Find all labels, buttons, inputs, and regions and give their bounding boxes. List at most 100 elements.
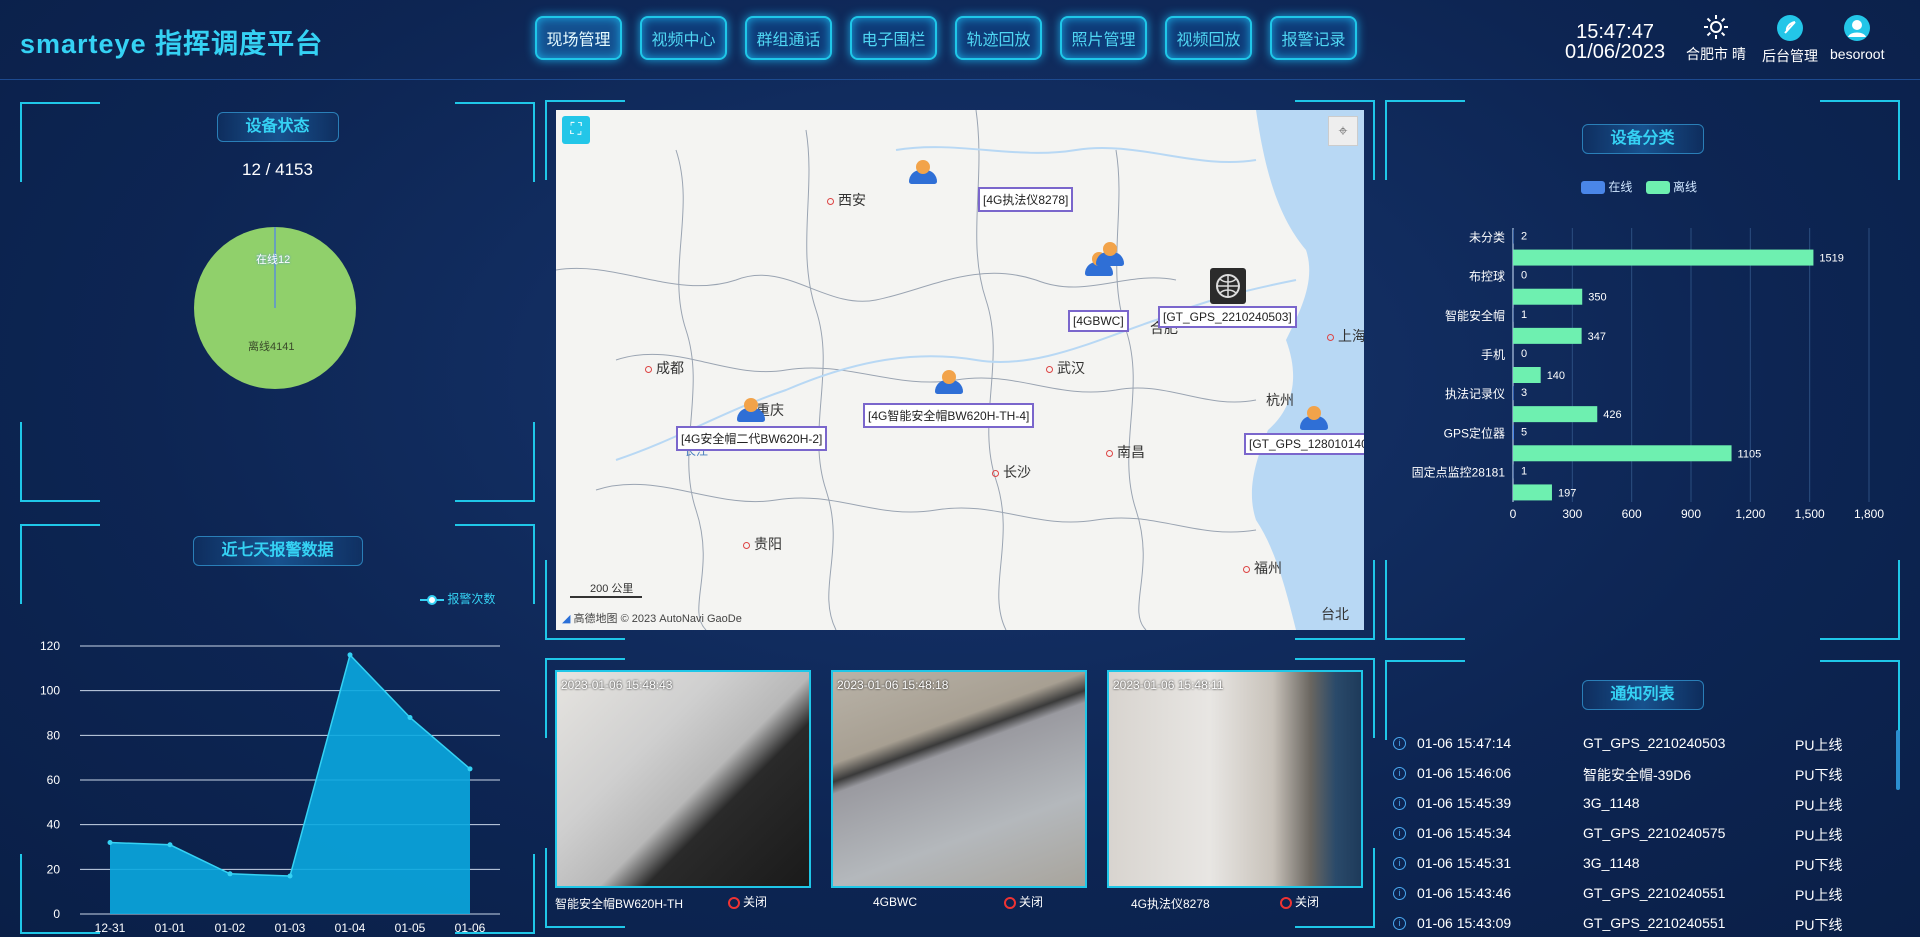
device-label[interactable]: [GT_GPS_2210240503]	[1158, 306, 1297, 328]
weather-text: 合肥市 晴	[1686, 46, 1746, 62]
y-tick-label: 0	[53, 907, 60, 921]
y-tick-label: 60	[47, 773, 61, 787]
nav-alarm-records[interactable]: 报警记录	[1270, 16, 1357, 60]
notice-status: PU下线	[1795, 857, 1843, 873]
user-menu[interactable]: besoroot	[1830, 14, 1884, 62]
notice-row[interactable]: i 01-06 15:43:09 GT_GPS_2210240551 PU下线	[1393, 915, 1873, 937]
device-label[interactable]: [4GBWC]	[1068, 310, 1129, 332]
device-count: 12 / 4153	[242, 160, 313, 179]
frame-corner	[20, 524, 100, 604]
device-marker-icon[interactable]	[733, 396, 769, 424]
alarm-point	[467, 766, 473, 772]
video-close-button[interactable]: 关闭	[1280, 893, 1319, 910]
video-close-button[interactable]: 关闭	[1004, 893, 1043, 910]
nav-track-playback[interactable]: 轨迹回放	[955, 16, 1042, 60]
video-caption: 4G执法仪8278	[1131, 897, 1210, 911]
username: besoroot	[1830, 46, 1885, 62]
locate-button[interactable]: ⌖	[1328, 116, 1358, 146]
notice-time: 01-06 15:43:09	[1417, 915, 1512, 931]
x-tick-label: 1,200	[1735, 507, 1765, 521]
x-tick-label: 01-05	[395, 921, 426, 934]
video-feed-3[interactable]: 2023-01-06 15:48:11	[1107, 670, 1363, 888]
notice-row[interactable]: i 01-06 15:43:46 GT_GPS_2210240551 PU上线	[1393, 885, 1873, 915]
pie-label-online: 在线12	[256, 254, 291, 266]
device-marker-icon[interactable]	[1296, 404, 1332, 432]
device-status-panel: 设备状态 12 / 4153 在线12 离线4141	[20, 102, 535, 502]
category-label: 智能安全帽	[1445, 308, 1505, 323]
city-label: 长沙	[1003, 464, 1031, 480]
nav-group-call[interactable]: 群组通话	[745, 16, 832, 60]
info-icon: i	[1393, 827, 1406, 840]
alarm-chart-title: 近七天报警数据	[192, 536, 363, 566]
y-tick-label: 120	[40, 639, 60, 653]
notice-device: GT_GPS_2210240503	[1583, 735, 1726, 751]
admin-icon	[1777, 15, 1803, 41]
city-guiyang: 贵阳	[743, 534, 782, 554]
fullscreen-button[interactable]: ⛶	[562, 116, 590, 144]
y-tick-label: 80	[47, 728, 61, 742]
city-marker-icon	[743, 541, 750, 549]
nav-site-management[interactable]: 现场管理	[535, 16, 622, 60]
bar-online-value: 0	[1521, 348, 1527, 360]
notice-row[interactable]: i 01-06 15:46:06 智能安全帽-39D6 PU下线	[1393, 765, 1873, 795]
city-marker-icon	[992, 469, 999, 477]
city-xian: 西安	[827, 190, 866, 210]
notice-time: 01-06 15:43:46	[1417, 885, 1512, 901]
city-label: 上海	[1338, 328, 1364, 344]
legend-offline-swatch	[1645, 181, 1670, 195]
x-tick-label: 01-03	[275, 921, 306, 934]
category-label: 执法记录仪	[1445, 387, 1505, 401]
video-feed-2[interactable]: 2023-01-06 15:48:18	[831, 670, 1087, 888]
device-label[interactable]: [4G执法仪8278]	[978, 187, 1074, 212]
info-icon: i	[1393, 857, 1406, 870]
y-tick-label: 40	[47, 818, 61, 832]
bar-offline	[1513, 367, 1541, 383]
notice-device: 智能安全帽-39D6	[1583, 767, 1692, 783]
close-label: 关闭	[1019, 895, 1044, 909]
notice-row[interactable]: i 01-06 15:45:39 3G_1148 PU上线	[1393, 795, 1873, 825]
video-feed-1[interactable]: 2023-01-06 15:48:43	[555, 670, 811, 888]
bar-offline-value: 197	[1558, 487, 1576, 499]
admin-link[interactable]: 后台管理	[1762, 14, 1818, 66]
category-label: 布控球	[1469, 270, 1505, 284]
city-label: 成都	[656, 360, 684, 376]
bar-online	[1513, 386, 1514, 401]
video-close-button[interactable]: 关闭	[728, 893, 767, 910]
info-icon: i	[1393, 797, 1406, 810]
bar-offline-value: 426	[1603, 409, 1621, 421]
device-label[interactable]: [4G智能安全帽BW620H-TH-4]	[863, 403, 1035, 428]
notice-time: 01-06 15:45:39	[1417, 795, 1512, 811]
map-view[interactable]: ⛶ ⌖ 西安 成都 重庆 武汉 合肥 上海 杭州 南昌 长沙 贵阳 福州 台北 …	[556, 110, 1364, 630]
nav-video-center[interactable]: 视频中心	[640, 16, 727, 60]
notice-row[interactable]: i 01-06 15:45:34 GT_GPS_2210240575 PU上线	[1393, 825, 1873, 855]
x-tick-label: 1,800	[1854, 507, 1884, 521]
x-tick-label: 600	[1622, 507, 1642, 521]
y-tick-label: 20	[47, 862, 61, 876]
frame-corner	[20, 422, 100, 502]
city-label: 武汉	[1057, 360, 1085, 376]
device-label[interactable]: [4G安全帽二代BW620H-2]	[676, 426, 828, 451]
city-marker-icon	[1046, 365, 1053, 373]
category-label: 手机	[1481, 348, 1505, 362]
device-marker-icon[interactable]	[931, 368, 967, 396]
alarm-point	[347, 652, 353, 658]
notice-row[interactable]: i 01-06 15:47:14 GT_GPS_2210240503 PU上线	[1393, 735, 1873, 765]
device-marker-icon[interactable]	[1092, 240, 1128, 268]
gps-tracker-icon[interactable]	[1210, 268, 1246, 304]
power-icon	[728, 896, 740, 909]
notice-scrollbar[interactable]	[1896, 730, 1900, 790]
notice-status: PU下线	[1795, 917, 1843, 933]
sun-icon	[1703, 15, 1728, 39]
nav-geofence[interactable]: 电子围栏	[850, 16, 937, 60]
notice-row[interactable]: i 01-06 15:45:31 3G_1148 PU下线	[1393, 855, 1873, 885]
x-tick-label: 01-06	[455, 921, 486, 934]
nav-video-playback[interactable]: 视频回放	[1165, 16, 1252, 60]
device-marker-icon[interactable]	[905, 158, 941, 186]
city-marker-icon	[1327, 333, 1334, 341]
main-nav: 现场管理 视频中心 群组通话 电子围栏 轨迹回放 照片管理 视频回放 报警记录	[535, 16, 1357, 60]
nav-photo-management[interactable]: 照片管理	[1060, 16, 1147, 60]
device-label[interactable]: [GT_GPS_128010140	[1244, 433, 1364, 455]
city-label: 台北	[1321, 606, 1349, 622]
notice-device: GT_GPS_2210240575	[1583, 825, 1726, 841]
city-marker-icon	[827, 197, 834, 205]
